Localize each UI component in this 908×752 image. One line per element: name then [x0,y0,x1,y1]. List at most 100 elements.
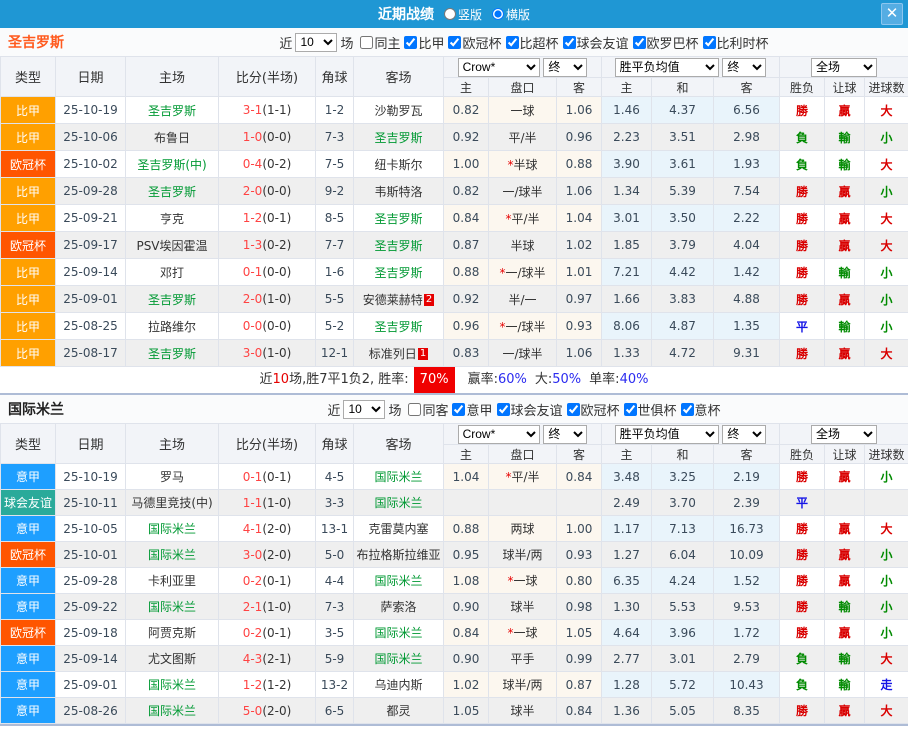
handicap-result: 贏 [824,231,866,259]
close-button[interactable]: ✕ [881,3,903,25]
odds-company-select[interactable]: Crow* [457,57,540,77]
match-row: 比甲 25-09-14 邓打 0-1(0-0) 1-6 圣吉罗斯 0.88 *一/球半 1.01… [0,258,908,286]
away-team: 圣吉罗斯 [353,312,444,340]
asian-home-odds: 0.83 [443,339,489,367]
filter-checkbox[interactable] [408,402,422,416]
vertical-radio[interactable] [443,8,456,20]
handicap-result: 輸 [824,593,866,620]
star-mark: * [499,319,506,334]
filter-checkbox[interactable] [623,402,637,416]
match-row: 意甲 25-09-14 尤文图斯 4-3(2-1) 5-9 国际米兰 0.90 平手 0.99 2… [0,645,908,672]
layout-option-horizontal[interactable]: 横版 [486,6,530,23]
summary-near: 近 [259,372,273,387]
win-odds: 1.34 [601,177,652,205]
europe-odds-header: 胜平负均值 终 [600,423,781,445]
filter-checkbox[interactable] [566,402,580,416]
match-row: 比甲 25-10-19 圣吉罗斯 3-1(1-1) 1-2 沙勒罗瓦 0.82 一球 1.06 1… [0,96,908,124]
filter-checkbox[interactable] [452,402,466,416]
filter-比利时杯[interactable]: 比利时杯 [699,33,769,52]
asian-away-odds: 0.87 [556,671,602,698]
europe-avg-select[interactable]: 胜平负均值 [614,424,719,444]
match-date: 25-09-22 [55,593,126,620]
home-team: 国际米兰 [125,515,219,542]
asian-home-odds: 0.92 [443,285,489,313]
filter-同客[interactable]: 同客 [404,400,448,419]
filter-checkbox[interactable] [632,35,646,49]
asian-final-select[interactable]: 终 [543,57,588,77]
half-time-score: (0-0) [262,130,292,144]
filter-欧罗巴杯[interactable]: 欧罗巴杯 [629,33,699,52]
matches-tbody: 意甲 25-10-19 罗马 0-1(0-1) 4-5 国际米兰 1.04 *平/半 0.84 3… [0,463,908,724]
filter-比超杯[interactable]: 比超杯 [502,33,559,52]
asian-final-select[interactable]: 终 [543,424,588,444]
draw-odds: 3.79 [651,231,714,259]
match-row: 比甲 25-09-01 圣吉罗斯 2-0(1-0) 5-5 安德莱赫特 2 0.92 半/一 0.… [0,285,908,313]
corners: 5-5 [315,285,354,313]
lose-odds: 4.88 [712,285,781,313]
filter-比甲[interactable]: 比甲 [400,33,444,52]
subcol-goals: 进球数 [864,77,908,97]
half-time-score: (1-1) [262,103,292,117]
corners: 3-3 [315,489,354,516]
near-label: 近 [327,403,341,419]
filter-球会友谊[interactable]: 球会友谊 [559,33,629,52]
horizontal-radio[interactable] [492,8,504,20]
match-row: 比甲 25-08-25 拉路维尔 0-0(0-0) 5-2 圣吉罗斯 0.96 *一/球半 0.… [0,312,908,340]
outcome-result: 平 [779,312,826,340]
filter-checkbox[interactable] [505,35,519,49]
matches-table: 类型 日期 主场 比分(半场) 角球 客场 Crow* 终 胜平负均值 终 全场 [0,423,908,724]
close-icon: ✕ [885,4,899,22]
recent-count-select[interactable]: 10 [343,399,386,419]
match-row: 欧冠杯 25-10-01 国际米兰 3-0(2-0) 5-0 布拉格斯拉维亚 0.95 球半/… [0,541,908,568]
filter-意杯[interactable]: 意杯 [677,400,721,419]
draw-odds: 5.72 [651,671,714,698]
score: 0-1(0-0) [218,258,316,286]
filter-checkbox[interactable] [360,35,374,49]
filter-世俱杯[interactable]: 世俱杯 [620,400,677,419]
filter-球会友谊[interactable]: 球会友谊 [493,400,563,419]
match-date: 25-10-19 [55,96,126,124]
europe-final-select[interactable]: 终 [722,57,767,77]
games-label: 场 [340,36,354,52]
home-team: 阿贾克斯 [125,619,219,646]
handicap-line: *一/球半 [488,258,557,286]
full-time-score: 2-0 [242,292,263,306]
corners: 5-0 [315,541,354,568]
scope-select[interactable]: 全场 [811,57,878,77]
scope-select[interactable]: 全场 [811,424,878,444]
filter-checkbox[interactable] [448,35,462,49]
league-badge: 比甲 [0,339,56,367]
subcol-handicap: 盘口 [488,444,557,464]
layout-option-vertical[interactable]: 竖版 [438,6,482,23]
filter-checkbox[interactable] [404,35,418,49]
col-date: 日期 [55,56,126,97]
full-time-score: 0-1 [242,469,263,484]
goals-result: 小 [864,123,908,151]
asian-home-odds: 0.88 [443,515,489,542]
asian-home-odds: 0.96 [443,312,489,340]
filter-label: 比甲 [418,36,445,52]
lose-odds: 2.19 [712,463,781,490]
filter-label: 比利时杯 [716,36,769,52]
match-date: 25-10-01 [55,541,126,568]
asian-odds-header: Crow* 终 [443,56,602,78]
filter-同主[interactable]: 同主 [356,33,400,52]
filter-checkbox[interactable] [562,35,576,49]
match-date: 25-09-18 [55,619,126,646]
filter-checkbox[interactable] [680,402,694,416]
filter-欧冠杯[interactable]: 欧冠杯 [444,33,502,52]
goals-result [864,489,908,516]
draw-odds: 6.04 [651,541,714,568]
europe-final-select[interactable]: 终 [722,424,767,444]
filter-label: 球会友谊 [510,403,563,419]
goals-result: 小 [864,312,908,340]
filter-欧冠杯[interactable]: 欧冠杯 [563,400,620,419]
filter-label: 意甲 [466,403,493,419]
filter-checkbox[interactable] [496,402,510,416]
odds-company-select[interactable]: Crow* [457,424,540,444]
filter-checkbox[interactable] [702,35,716,49]
europe-avg-select[interactable]: 胜平负均值 [614,57,719,77]
recent-count-select[interactable]: 10 [295,32,338,52]
draw-odds: 5.53 [651,593,714,620]
filter-意甲[interactable]: 意甲 [448,400,493,419]
